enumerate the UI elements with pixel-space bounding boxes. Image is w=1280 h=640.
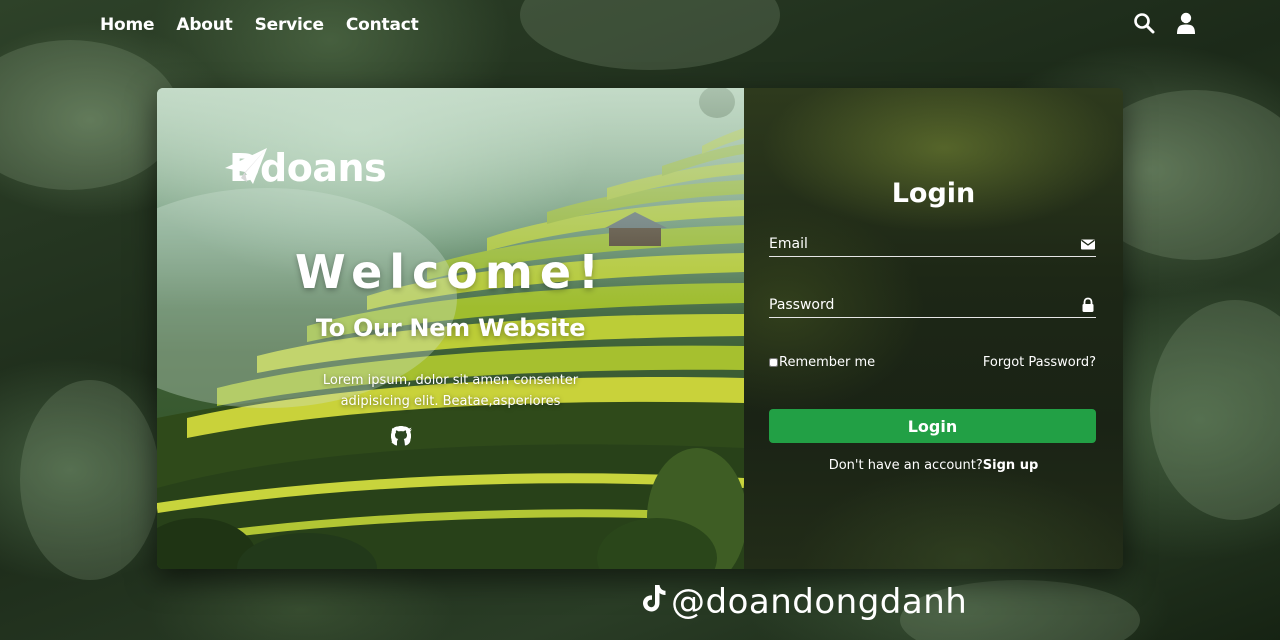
email-input[interactable] [769, 235, 1059, 252]
remember-row: Remember me Forgot Password? [769, 355, 1096, 370]
watermark: @doandongdanh [641, 582, 967, 622]
remember-me-checkbox[interactable] [769, 358, 778, 367]
nav-home[interactable]: Home [100, 15, 155, 35]
github-icon[interactable] [391, 426, 525, 446]
hero-panel: Ddoans Welcome! To Our Nem Website Lorem… [157, 88, 744, 569]
login-button[interactable]: Login [769, 409, 1096, 443]
forgot-password-link[interactable]: Forgot Password? [983, 355, 1096, 370]
welcome-subtitle: To Our Nem Website [315, 314, 586, 342]
leaf-blur [0, 40, 180, 190]
signup-prompt: Don't have an account? [828, 458, 983, 473]
nav-about[interactable]: About [176, 15, 232, 35]
login-title: Login [891, 178, 976, 209]
user-icon[interactable] [1174, 11, 1198, 35]
password-field [769, 292, 1096, 318]
welcome-description: Lorem ipsum, dolor sit amen consenter ad… [322, 373, 579, 409]
leaf-blur [20, 380, 160, 580]
remember-me-label[interactable]: Remember me [769, 355, 875, 370]
leaf-blur [520, 0, 780, 70]
leaf-blur [1150, 300, 1280, 520]
welcome-heading: Welcome! [294, 245, 607, 299]
brand-logo[interactable]: Ddoans [225, 146, 387, 190]
envelope-icon [1080, 236, 1096, 252]
password-input[interactable] [769, 296, 1059, 313]
remember-me-text: Remember me [779, 355, 876, 370]
signup-link[interactable]: Sign up [983, 458, 1038, 473]
login-panel: Login Remember me Forgot Password? Login… [744, 88, 1123, 569]
tiktok-icon [641, 582, 667, 622]
top-icons [1132, 11, 1198, 35]
top-nav: Home About Service Contact [100, 12, 419, 38]
facebook-icon[interactable] [391, 426, 449, 446]
nav-contact[interactable]: Contact [346, 15, 419, 35]
social-links [391, 426, 525, 446]
signup-row: Don't have an account?Sign up [744, 458, 1123, 473]
search-icon[interactable] [1132, 11, 1156, 35]
login-card: Ddoans Welcome! To Our Nem Website Lorem… [157, 88, 1123, 569]
email-field [769, 231, 1096, 257]
watermark-handle: @doandongdanh [671, 582, 968, 622]
lock-icon [1080, 297, 1096, 313]
twitter-icon[interactable] [391, 426, 487, 446]
nav-service[interactable]: Service [255, 15, 324, 35]
